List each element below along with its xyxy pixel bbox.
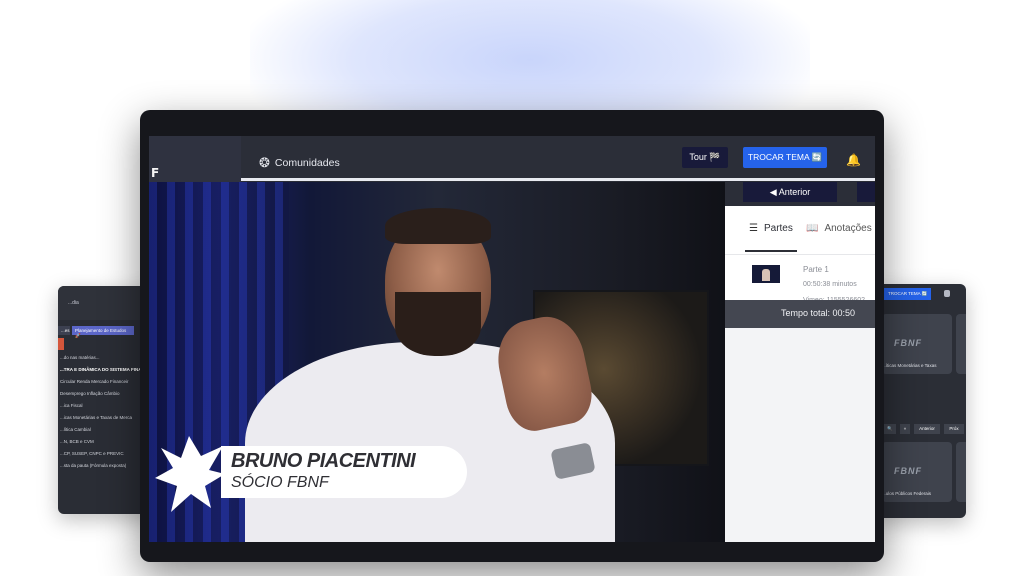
next-lesson-button[interactable] bbox=[857, 182, 875, 202]
search-icon[interactable]: 🔍 bbox=[884, 424, 896, 434]
tab-partes[interactable]: ☰ Partes bbox=[749, 223, 793, 234]
total-time-label: Tempo total: 00:50 bbox=[781, 308, 856, 318]
brand-logo[interactable]: F bbox=[149, 136, 241, 188]
part-thumbnail bbox=[752, 265, 780, 283]
lesson-nav-bar: ◀ Anterior bbox=[725, 182, 875, 206]
previous-lesson-button[interactable]: ◀ Anterior bbox=[743, 182, 837, 202]
course-card[interactable] bbox=[956, 314, 966, 374]
brand-logo-mark: F bbox=[151, 166, 160, 180]
left-preview-chip[interactable]: ...es bbox=[58, 326, 70, 335]
course-card-caption: ...ulos Públicos Federais bbox=[882, 491, 932, 496]
right-preview-window: TROCAR TEMA 🔄 FBNF ...íticas Monetárias … bbox=[876, 284, 966, 518]
list-icon: ☰ bbox=[749, 223, 758, 234]
main-screen: ❂ Comunidades Tour 🏁 TROCAR TEMA 🔄 🔔 F B… bbox=[149, 136, 875, 542]
header-divider bbox=[237, 178, 875, 181]
active-tab-indicator bbox=[745, 250, 797, 252]
speaker-name: BRUNO PIACENTINI bbox=[231, 450, 416, 472]
speaker-hair bbox=[385, 208, 491, 244]
fbnf-logo: FBNF bbox=[894, 466, 922, 476]
top-header: ❂ Comunidades Tour 🏁 TROCAR TEMA 🔄 🔔 bbox=[149, 136, 875, 180]
fbnf-logo: FBNF bbox=[894, 338, 922, 348]
video-player[interactable]: BRUNO PIACENTINI SÓCIO FBNF bbox=[149, 182, 725, 542]
tab-partes-label: Partes bbox=[763, 223, 793, 234]
sidebar-tabs: ☰ Partes 📖 Anotações bbox=[725, 206, 875, 254]
speaker-beard bbox=[395, 292, 481, 356]
tab-anotacoes-label: Anotações bbox=[824, 223, 872, 234]
prev-page-button[interactable]: Anterior bbox=[914, 424, 940, 434]
bell-icon[interactable]: 🔔 bbox=[846, 153, 861, 167]
next-page-button[interactable]: Próx bbox=[944, 424, 964, 434]
lesson-sidebar: ◀ Anterior ☰ Partes 📖 Anotações Parte 1 … bbox=[725, 182, 875, 542]
course-card[interactable]: FBNF ...íticas Monetárias e Taxas bbox=[882, 314, 952, 374]
course-card[interactable] bbox=[956, 442, 966, 502]
left-preview-title: ...dia bbox=[68, 300, 79, 306]
speaker-role: SÓCIO FBNF bbox=[231, 474, 329, 491]
arrow-left-icon: ◀ bbox=[769, 187, 779, 197]
tour-button[interactable]: Tour 🏁 bbox=[682, 147, 728, 168]
right-preview-tema-button[interactable]: TROCAR TEMA 🔄 bbox=[884, 288, 932, 300]
left-preview-accent bbox=[58, 338, 64, 350]
community-icon: ❂ bbox=[259, 155, 270, 170]
course-card[interactable]: FBNF ...ulos Públicos Federais bbox=[882, 442, 952, 502]
tab-anotacoes[interactable]: 📖 Anotações bbox=[806, 223, 872, 234]
previous-lesson-label: Anterior bbox=[778, 187, 811, 197]
nav-comunidades[interactable]: ❂ Comunidades bbox=[259, 156, 340, 169]
user-icon[interactable] bbox=[944, 290, 950, 297]
book-icon: 📖 bbox=[806, 223, 819, 234]
planejamento-button[interactable]: Planejamento de Estudos 🚀 bbox=[72, 326, 134, 338]
part-duration: 00:50:38 minutos bbox=[803, 281, 857, 288]
total-time-bar: Tempo total: 00:50 bbox=[725, 300, 875, 328]
trocar-tema-button[interactable]: TROCAR TEMA 🔄 bbox=[743, 147, 827, 168]
part-title: Parte 1 bbox=[803, 265, 829, 274]
course-card-caption: ...íticas Monetárias e Taxas bbox=[882, 363, 937, 368]
nav-comunidades-label: Comunidades bbox=[274, 156, 340, 169]
right-preview-toolbar: 🔍 « Anterior Próx bbox=[884, 424, 966, 436]
first-page-button[interactable]: « bbox=[900, 424, 910, 434]
phoenix-logo-icon bbox=[155, 436, 225, 512]
